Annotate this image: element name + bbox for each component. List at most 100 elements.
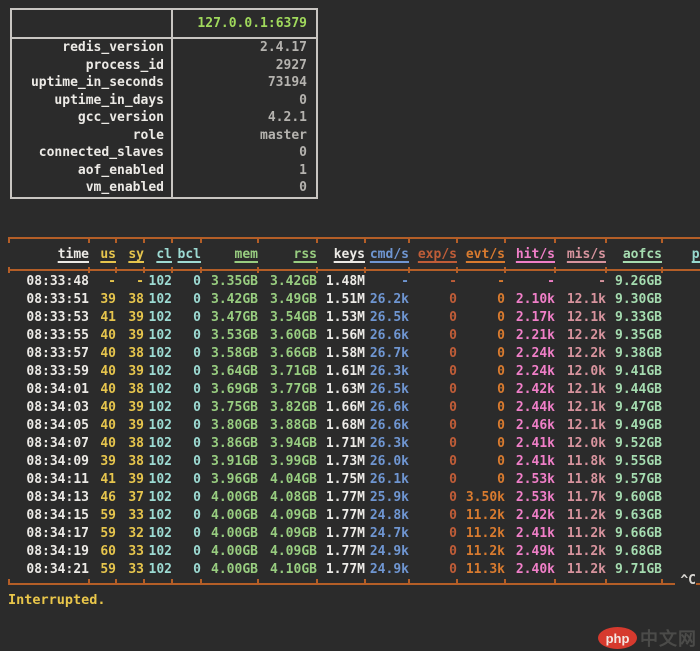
cell-evt_s: 0	[457, 345, 505, 363]
cell-mis_s: 12.2k	[555, 327, 606, 345]
cell-psch: 0	[662, 435, 700, 453]
cell-mem: 3.35GB	[201, 273, 258, 291]
cell-mis_s: 11.8k	[555, 471, 606, 489]
info-label: uptime_in_days	[11, 92, 172, 110]
cell-cl: 102	[144, 435, 172, 453]
cell-psch: 0	[662, 399, 700, 417]
stats-row: 08:34:01403810203.69GB3.77GB1.63M26.5k00…	[9, 381, 700, 399]
stats-row: 08:34:17593210204.00GB4.09GB1.77M24.7k01…	[9, 525, 700, 543]
info-label: uptime_in_seconds	[11, 74, 172, 92]
cell-bcl: 0	[172, 525, 201, 543]
cell-cl: 102	[144, 399, 172, 417]
cell-hit_s: 2.40k	[505, 561, 555, 579]
stats-row: 08:34:13463710204.00GB4.08GB1.77M25.9k03…	[9, 489, 700, 507]
cell-exp_s: 0	[409, 381, 457, 399]
cell-us: 40	[89, 381, 116, 399]
stats-row: 08:33:48--10203.35GB3.42GB1.48M-----9.26…	[9, 273, 700, 291]
cell-cl: 102	[144, 543, 172, 561]
stats-row: 08:33:53413910203.47GB3.54GB1.53M26.5k00…	[9, 309, 700, 327]
cell-us: 40	[89, 417, 116, 435]
cell-exp_s: 0	[409, 471, 457, 489]
cell-bcl: 0	[172, 345, 201, 363]
cell-psch: 0	[662, 489, 700, 507]
cell-cmd_s: 26.3k	[365, 363, 409, 381]
cell-sy: 38	[116, 453, 144, 471]
cell-hit_s: -	[505, 273, 555, 291]
cell-exp_s: 0	[409, 363, 457, 381]
cell-mem: 4.00GB	[201, 507, 258, 525]
info-label: role	[11, 127, 172, 145]
info-row: redis_version2.4.17	[11, 38, 317, 57]
info-label: vm_enabled	[11, 179, 172, 198]
cell-mem: 4.00GB	[201, 543, 258, 561]
cell-mis_s: -	[555, 273, 606, 291]
cell-evt_s: 0	[457, 363, 505, 381]
redis-info-table: 127.0.0.1:6379 redis_version2.4.17proces…	[10, 8, 318, 199]
cell-mem: 3.53GB	[201, 327, 258, 345]
cell-sy: 33	[116, 543, 144, 561]
cell-aofcs: 9.63GB	[606, 507, 662, 525]
col-header-cl: cl	[144, 243, 172, 267]
cell-mem: 4.00GB	[201, 561, 258, 579]
cell-sy: 32	[116, 525, 144, 543]
cell-bcl: 0	[172, 309, 201, 327]
cell-mis_s: 12.1k	[555, 381, 606, 399]
info-row: vm_enabled0	[11, 179, 317, 198]
cell-mem: 3.69GB	[201, 381, 258, 399]
cell-rss: 3.82GB	[258, 399, 317, 417]
col-header-aofcs: aofcs	[606, 243, 662, 267]
cell-us: -	[89, 273, 116, 291]
cell-time: 08:34:09	[9, 453, 89, 471]
cell-us: 40	[89, 327, 116, 345]
watermark-text: 中文网	[640, 625, 697, 651]
stats-row: 08:33:59403910203.64GB3.71GB1.61M26.3k00…	[9, 363, 700, 381]
cell-mem: 3.96GB	[201, 471, 258, 489]
cell-exp_s: 0	[409, 291, 457, 309]
cell-mem: 3.58GB	[201, 345, 258, 363]
cell-time: 08:33:55	[9, 327, 89, 345]
cell-rss: 4.04GB	[258, 471, 317, 489]
table-rule	[9, 579, 700, 584]
cell-bcl: 0	[172, 381, 201, 399]
col-header-mem: mem	[201, 243, 258, 267]
info-label: redis_version	[11, 38, 172, 57]
cell-cmd_s: 26.7k	[365, 345, 409, 363]
cell-mis_s: 12.1k	[555, 417, 606, 435]
cell-cmd_s: 26.5k	[365, 381, 409, 399]
cell-evt_s: 3.50k	[457, 489, 505, 507]
cell-bcl: 0	[172, 489, 201, 507]
cell-exp_s: 0	[409, 543, 457, 561]
cell-cl: 102	[144, 507, 172, 525]
cell-mis_s: 12.1k	[555, 309, 606, 327]
cell-evt_s: -	[457, 273, 505, 291]
cell-aofcs: 9.26GB	[606, 273, 662, 291]
cell-psch: 0	[662, 363, 700, 381]
cell-rss: 4.09GB	[258, 507, 317, 525]
cell-rss: 3.71GB	[258, 363, 317, 381]
cell-cl: 102	[144, 327, 172, 345]
col-header-sy: sy	[116, 243, 144, 267]
cell-evt_s: 0	[457, 417, 505, 435]
cell-psch: 0	[662, 291, 700, 309]
info-row: connected_slaves0	[11, 144, 317, 162]
cell-cl: 102	[144, 453, 172, 471]
cell-evt_s: 0	[457, 471, 505, 489]
stats-row: 08:34:09393810203.91GB3.99GB1.73M26.0k00…	[9, 453, 700, 471]
cell-evt_s: 0	[457, 399, 505, 417]
cell-mis_s: 11.2k	[555, 561, 606, 579]
col-header-psch: psch	[662, 243, 700, 267]
info-row: process_id2927	[11, 57, 317, 75]
info-label: gcc_version	[11, 109, 172, 127]
info-row: uptime_in_seconds73194	[11, 74, 317, 92]
cell-cl: 102	[144, 381, 172, 399]
cell-cl: 102	[144, 363, 172, 381]
info-value: 2.4.17	[172, 38, 317, 57]
cell-cmd_s: 26.5k	[365, 309, 409, 327]
cell-evt_s: 0	[457, 435, 505, 453]
ctrl-c-indicator: ^C	[675, 574, 696, 588]
stats-row: 08:34:21593310204.00GB4.10GB1.77M24.9k01…	[9, 561, 700, 579]
cell-us: 40	[89, 363, 116, 381]
cell-sy: -	[116, 273, 144, 291]
cell-cl: 102	[144, 489, 172, 507]
cell-sy: 39	[116, 417, 144, 435]
